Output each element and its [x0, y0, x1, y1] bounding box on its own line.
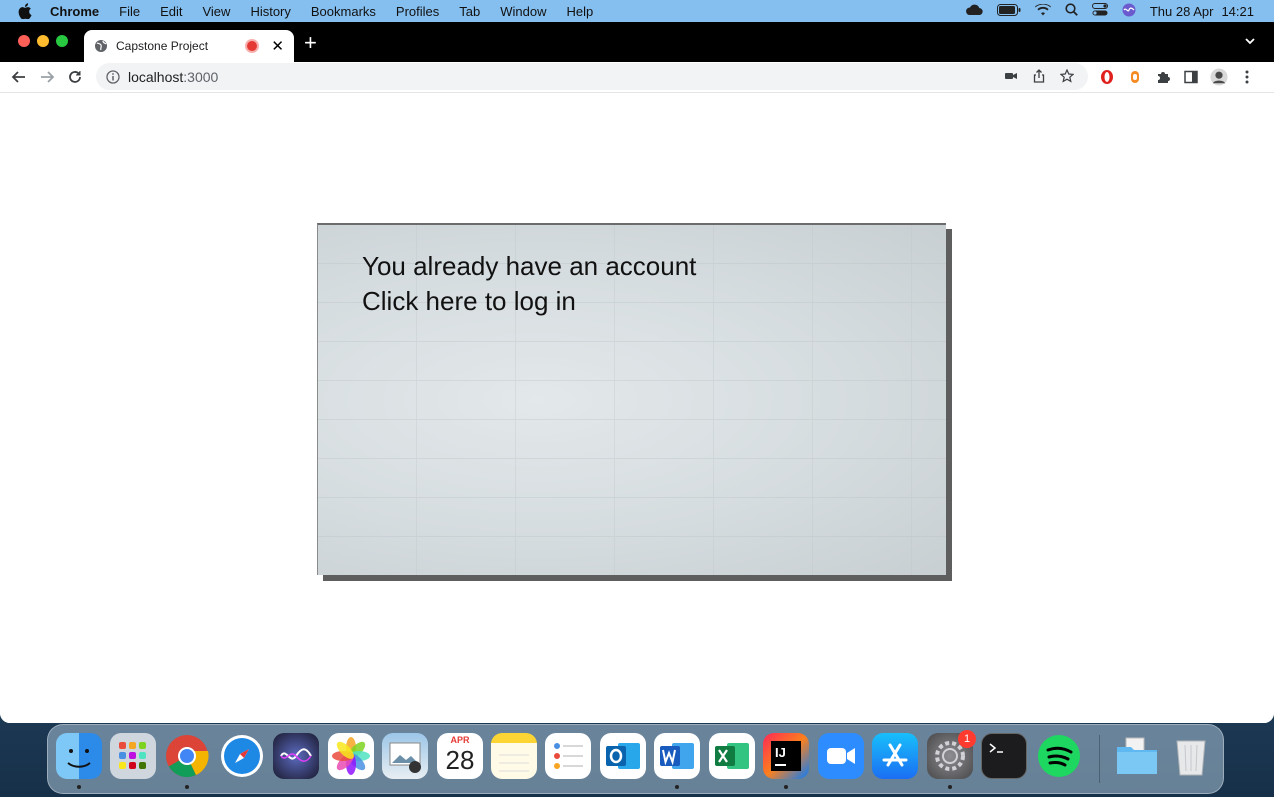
- system-preferences-badge: 1: [958, 730, 976, 748]
- close-tab-icon[interactable]: ✕: [271, 37, 284, 55]
- tab-title: Capstone Project: [116, 39, 209, 53]
- tab-capstone-project[interactable]: Capstone Project ✕: [84, 30, 294, 62]
- omnibox-actions: [1004, 68, 1075, 86]
- zoom-icon[interactable]: [818, 733, 864, 779]
- menu-bookmarks[interactable]: Bookmarks: [311, 4, 376, 19]
- battery-icon[interactable]: [996, 3, 1021, 19]
- opera-extension-icon[interactable]: [1098, 68, 1116, 86]
- chrome-icon[interactable]: [164, 733, 210, 779]
- new-tab-button[interactable]: +: [304, 32, 317, 54]
- terminal-icon[interactable]: [981, 733, 1027, 779]
- reminders-icon[interactable]: [545, 733, 591, 779]
- arrow-left-icon: [11, 71, 25, 83]
- finder-icon[interactable]: [56, 733, 102, 779]
- menu-bar: Chrome File Edit View History Bookmarks …: [0, 0, 1274, 22]
- intellij-running-indicator: [784, 785, 788, 789]
- svg-text:IJ: IJ: [775, 745, 786, 760]
- spotify-icon[interactable]: [1036, 733, 1082, 779]
- control-center-icon[interactable]: [1091, 3, 1108, 19]
- honey-extension-icon[interactable]: [1126, 68, 1144, 86]
- menu-tab[interactable]: Tab: [459, 4, 480, 19]
- arrow-right-icon: [41, 71, 55, 83]
- word-icon[interactable]: [654, 733, 700, 779]
- chrome-running-indicator: [185, 785, 189, 789]
- account-exists-card: You already have an account Click here t…: [317, 223, 946, 575]
- extension-icons: [1098, 68, 1256, 86]
- finder-running-indicator: [77, 785, 81, 789]
- recording-indicator-icon: [247, 41, 258, 51]
- share-icon[interactable]: [1032, 69, 1046, 86]
- side-panel-icon[interactable]: [1182, 68, 1200, 86]
- minimize-window-button[interactable]: [37, 35, 49, 47]
- menu-view[interactable]: View: [202, 4, 230, 19]
- safari-icon[interactable]: [219, 733, 265, 779]
- reload-icon: [69, 71, 81, 83]
- menu-app-name[interactable]: Chrome: [50, 4, 99, 19]
- wifi-icon[interactable]: [1034, 3, 1051, 19]
- menubar-time: 14:21: [1221, 3, 1254, 19]
- browser-window: Capstone Project ✕ + localhost:3000 You …: [0, 22, 1274, 723]
- tab-search-chevron-icon[interactable]: [1244, 34, 1256, 52]
- siri-app-icon[interactable]: [273, 733, 319, 779]
- menu-file[interactable]: File: [119, 4, 140, 19]
- tab-strip: Capstone Project ✕ +: [0, 22, 1274, 62]
- close-window-button[interactable]: [18, 35, 30, 47]
- menu-edit[interactable]: Edit: [160, 4, 182, 19]
- url-text: localhost:3000: [128, 69, 218, 85]
- menubar-clock[interactable]: Thu 28 Apr 14:21: [1150, 4, 1254, 19]
- trash-icon[interactable]: [1168, 733, 1214, 779]
- menu-profiles[interactable]: Profiles: [396, 4, 439, 19]
- calendar-month: APR: [450, 735, 470, 745]
- address-bar[interactable]: localhost:3000: [96, 63, 1088, 90]
- menu-help[interactable]: Help: [567, 4, 594, 19]
- url-port: :3000: [183, 68, 219, 85]
- apple-icon[interactable]: [18, 3, 32, 19]
- menubar-date: Thu 28 Apr: [1149, 3, 1214, 19]
- dock-separator: [1099, 735, 1100, 783]
- outlook-icon[interactable]: [600, 733, 646, 779]
- calendar-day: 28: [445, 745, 475, 775]
- menu-history[interactable]: History: [250, 4, 290, 19]
- zoom-window-button[interactable]: [56, 35, 68, 47]
- system-preferences-running-indicator: [948, 785, 952, 789]
- preview-icon[interactable]: [382, 733, 428, 779]
- intellij-idea-icon[interactable]: IJ: [763, 733, 809, 779]
- launchpad-icon[interactable]: [110, 733, 156, 779]
- app-store-icon[interactable]: [872, 733, 918, 779]
- menu-window[interactable]: Window: [500, 4, 546, 19]
- photos-icon[interactable]: [328, 733, 374, 779]
- reload-button[interactable]: [66, 68, 84, 86]
- forward-button[interactable]: [38, 68, 56, 86]
- siri-icon[interactable]: [1122, 3, 1136, 20]
- menubar-status-area: Thu 28 Apr 14:21: [965, 0, 1254, 22]
- word-running-indicator: [675, 785, 679, 789]
- globe-icon: [95, 40, 107, 52]
- camera-icon[interactable]: [1004, 69, 1018, 86]
- notes-icon[interactable]: [491, 733, 537, 779]
- back-button[interactable]: [10, 68, 28, 86]
- page-content: You already have an account Click here t…: [0, 93, 1274, 723]
- calendar-icon[interactable]: APR 28: [437, 733, 483, 779]
- extensions-puzzle-icon[interactable]: [1154, 68, 1172, 86]
- browser-toolbar: localhost:3000: [0, 62, 1274, 93]
- account-exists-message: You already have an account: [362, 251, 697, 281]
- bookmark-star-icon[interactable]: [1059, 68, 1075, 86]
- dock: APR 28 IJ 1: [47, 724, 1224, 794]
- info-icon[interactable]: [106, 69, 120, 84]
- spotlight-search-icon[interactable]: [1065, 3, 1078, 19]
- excel-icon[interactable]: [709, 733, 755, 779]
- url-host: localhost: [128, 68, 184, 85]
- chrome-menu-icon[interactable]: [1238, 68, 1256, 86]
- icloud-icon[interactable]: [965, 4, 983, 19]
- downloads-folder-icon[interactable]: [1114, 733, 1160, 779]
- profile-avatar-icon[interactable]: [1210, 68, 1228, 86]
- login-link[interactable]: Click here to log in: [362, 286, 576, 317]
